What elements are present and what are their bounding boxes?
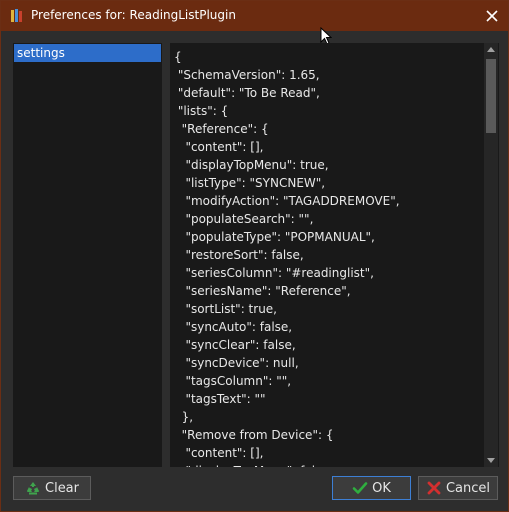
code-line: "default": "To Be Read", <box>174 86 320 100</box>
code-line: "SchemaVersion": 1.65, <box>174 68 320 82</box>
code-line: "syncDevice": null, <box>174 356 299 370</box>
code-line: "populateType": "POPMANUAL", <box>174 230 375 244</box>
scroll-down-icon[interactable] <box>487 458 495 463</box>
recycle-icon <box>27 482 39 495</box>
code-line: "Reference": { <box>174 122 269 136</box>
clear-button[interactable]: Clear <box>13 476 91 500</box>
code-line: "displayTopMenu": fal <box>174 462 480 467</box>
preferences-dialog: Preferences for: ReadingListPlugin setti… <box>0 0 509 512</box>
code-line: "displayTopMenu": true, <box>174 158 329 172</box>
scroll-thumb[interactable] <box>486 59 496 133</box>
ok-button-label: OK <box>372 480 391 496</box>
json-editor[interactable]: { "SchemaVersion": 1.65, "default": "To … <box>170 43 499 467</box>
code-line: "populateSearch": "", <box>174 212 314 226</box>
ok-button[interactable]: OK <box>332 476 411 500</box>
window-title: Preferences for: ReadingListPlugin <box>31 8 236 22</box>
code-line: "Remove from Device": { <box>174 428 334 442</box>
vertical-scrollbar[interactable] <box>484 43 498 467</box>
code-line: "syncAuto": false, <box>174 320 293 334</box>
x-mark-icon <box>427 481 441 495</box>
code-line: "content": [], <box>174 140 264 154</box>
scroll-up-icon[interactable] <box>487 47 495 52</box>
checkmark-icon <box>352 482 368 494</box>
clear-button-label: Clear <box>45 480 79 496</box>
code-line: "tagsText": "" <box>174 392 266 406</box>
close-icon[interactable] <box>480 4 504 28</box>
book-stack-icon <box>11 9 22 22</box>
list-item-settings[interactable]: settings <box>14 44 161 62</box>
code-line: "syncClear": false, <box>174 338 296 352</box>
title-bar: Preferences for: ReadingListPlugin <box>1 1 508 31</box>
code-line: "modifyAction": "TAGADDREMOVE", <box>174 194 400 208</box>
code-line: "lists": { <box>174 104 229 118</box>
cancel-button-label: Cancel <box>445 480 491 496</box>
code-text-area[interactable]: { "SchemaVersion": 1.65, "default": "To … <box>174 48 480 467</box>
code-line: "tagsColumn": "", <box>174 374 292 388</box>
code-line: "seriesColumn": "#readinglist", <box>174 266 374 280</box>
code-line: "content": [], <box>174 446 264 460</box>
settings-list[interactable]: settings <box>13 43 162 467</box>
code-line: "sortList": true, <box>174 302 277 316</box>
code-line: "seriesName": "Reference", <box>174 284 351 298</box>
code-line: "restoreSort": false, <box>174 248 304 262</box>
cancel-button[interactable]: Cancel <box>418 476 498 500</box>
code-line: }, <box>174 410 194 424</box>
code-line: { <box>174 50 182 64</box>
code-line: "listType": "SYNCNEW", <box>174 176 326 190</box>
